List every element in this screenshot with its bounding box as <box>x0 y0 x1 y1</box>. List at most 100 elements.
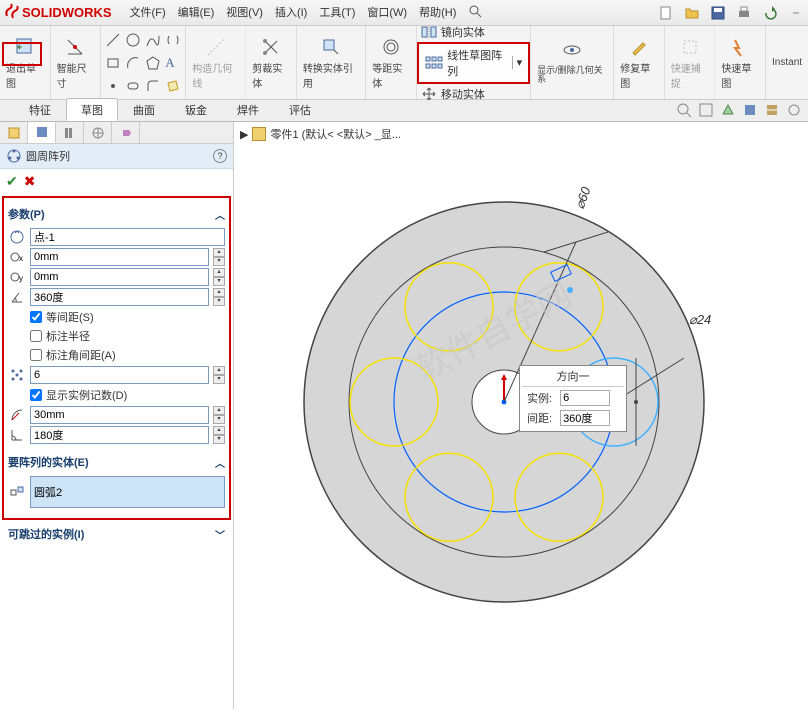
feature-title: 圆周阵列 <box>26 148 70 164</box>
center-point-field[interactable] <box>30 228 225 246</box>
spinner[interactable]: ▴▾ <box>213 366 225 384</box>
cancel-button[interactable]: ✖ <box>24 173 36 190</box>
params-header[interactable]: 参数(P) ︿ <box>8 202 225 226</box>
rapid-sketch-button[interactable]: 快速草图 <box>715 26 766 99</box>
spinner[interactable]: ▴▾ <box>213 426 225 444</box>
quick-snap-button[interactable]: 快速捕捉 <box>665 26 716 99</box>
dim-radius-checkbox[interactable] <box>30 330 42 342</box>
tab-sheetmetal[interactable]: 钣金 <box>170 98 222 121</box>
entity-field[interactable] <box>30 476 225 508</box>
trim-button[interactable]: 剪裁实体 <box>246 26 297 99</box>
hide-show-icon[interactable] <box>786 102 802 121</box>
line-icon[interactable] <box>105 32 121 48</box>
equal-spacing-checkbox[interactable] <box>30 311 42 323</box>
tab-weldment[interactable]: 焊件 <box>222 98 274 121</box>
mirror-button[interactable]: 镜向实体 <box>417 22 530 42</box>
tab-surface[interactable]: 曲面 <box>118 98 170 121</box>
menu-view[interactable]: 视图(V) <box>226 4 263 21</box>
arc-angle-field[interactable] <box>30 426 209 444</box>
feature-tabs: 特征 草图 曲面 钣金 焊件 评估 <box>0 100 808 122</box>
center-point-icon <box>8 228 26 246</box>
spinner[interactable]: ▴▾ <box>213 248 225 266</box>
dim-angle-spacing-checkbox[interactable] <box>30 349 42 361</box>
menu-tools[interactable]: 工具(T) <box>319 4 355 21</box>
show-relations-button[interactable]: 显示/删除几何关系 <box>531 26 614 99</box>
rect-icon[interactable] <box>105 55 121 71</box>
graphics-area[interactable]: ▶ 零件1 (默认< <默认> _显... <box>234 122 808 709</box>
ok-cancel-bar: ✔ ✖ <box>0 169 233 194</box>
menu-file[interactable]: 文件(F) <box>130 4 166 21</box>
zoom-area-icon[interactable] <box>698 102 714 121</box>
spinner[interactable]: ▴▾ <box>213 406 225 424</box>
spinner[interactable]: ▴▾ <box>213 268 225 286</box>
panel-tab-dimxpert[interactable] <box>84 122 112 143</box>
callout-spacing-input[interactable] <box>560 410 610 426</box>
center-x-field[interactable] <box>30 248 209 266</box>
point-icon[interactable] <box>105 78 121 94</box>
view-orient-icon[interactable] <box>720 102 736 121</box>
menu-edit[interactable]: 编辑(E) <box>178 4 215 21</box>
undo-icon[interactable] <box>762 5 778 21</box>
circle-icon[interactable] <box>125 32 141 48</box>
polygon-icon[interactable] <box>145 55 161 71</box>
open-icon[interactable] <box>684 5 700 21</box>
callout-spacing-label: 间距: <box>524 409 555 427</box>
dropdown-icon[interactable]: ▾ <box>512 56 523 69</box>
zoom-fit-icon[interactable] <box>676 102 692 121</box>
offset-button[interactable]: 等距实体 <box>366 26 417 99</box>
new-icon[interactable] <box>658 5 674 21</box>
menu-search-icon[interactable] <box>468 4 482 21</box>
section-view-icon[interactable] <box>764 102 780 121</box>
construction-geometry-button[interactable]: 构造几何线 <box>186 26 246 99</box>
tab-features[interactable]: 特征 <box>14 98 66 121</box>
ok-button[interactable]: ✔ <box>6 173 18 190</box>
skippable-header[interactable]: 可跳过的实例(I) ﹀ <box>0 522 233 546</box>
total-angle-field[interactable] <box>30 288 209 306</box>
help-icon[interactable]: ? <box>213 149 227 163</box>
menu-insert[interactable]: 插入(I) <box>275 4 307 21</box>
fillet-icon[interactable] <box>145 78 161 94</box>
print-icon[interactable] <box>736 5 752 21</box>
arc-icon[interactable] <box>125 55 141 71</box>
menu-help[interactable]: 帮助(H) <box>419 4 456 21</box>
collapse-icon[interactable]: ︿ <box>215 455 225 470</box>
radius-field[interactable] <box>30 406 209 424</box>
tab-sketch[interactable]: 草图 <box>66 98 118 121</box>
display-style-icon[interactable] <box>742 102 758 121</box>
breadcrumb-arrow-icon: ▶ <box>240 128 248 141</box>
panel-tab-config[interactable] <box>56 122 84 143</box>
center-y-field[interactable] <box>30 268 209 286</box>
spinner[interactable]: ▴▾ <box>213 288 225 306</box>
smart-dimension-button[interactable]: 智能尺寸 <box>51 26 102 99</box>
expand-icon[interactable]: ﹀ <box>215 527 225 542</box>
instant-button[interactable]: Instant <box>766 26 808 99</box>
show-instance-count-checkbox[interactable] <box>30 389 42 401</box>
slot-icon[interactable] <box>125 78 141 94</box>
repair-sketch-button[interactable]: 修复草图 <box>614 26 665 99</box>
panel-tab-feature-tree[interactable] <box>0 122 28 143</box>
panel-tab-display[interactable] <box>112 122 140 143</box>
instance-count-icon <box>8 366 26 384</box>
menu-window[interactable]: 窗口(W) <box>367 4 407 21</box>
redo-icon[interactable] <box>788 5 804 21</box>
exit-sketch-button[interactable]: 退出草图 <box>0 26 51 99</box>
panel-tabs <box>0 122 233 144</box>
panel-tab-property-mgr[interactable] <box>28 122 56 143</box>
entities-header[interactable]: 要阵列的实体(E) ︿ <box>8 450 225 474</box>
plane-icon[interactable] <box>165 78 181 94</box>
main-area: 圆周阵列 ? ✔ ✖ 参数(P) ︿ x ▴▾ y <box>0 122 808 709</box>
collapse-icon[interactable]: ︿ <box>215 207 225 222</box>
app-logo: SOLIDWORKS <box>4 3 112 22</box>
save-icon[interactable] <box>710 5 726 21</box>
text-icon[interactable]: A <box>165 55 181 71</box>
ellipse-slot-icon[interactable] <box>165 32 181 48</box>
tab-evaluate[interactable]: 评估 <box>274 98 326 121</box>
sketch-drawing: 软件自学网 <box>284 182 724 622</box>
breadcrumb[interactable]: ▶ 零件1 (默认< <默认> _显... <box>240 126 401 142</box>
linear-pattern-button[interactable]: 线性草图阵列 ▾ <box>417 42 530 84</box>
instance-count-field[interactable] <box>30 366 209 384</box>
convert-button[interactable]: 转换实体引用 <box>297 26 366 99</box>
spline-icon[interactable] <box>145 32 161 48</box>
callout-instance-input[interactable] <box>560 390 610 406</box>
direction-callout[interactable]: 方向一 实例: 间距: <box>519 365 627 432</box>
